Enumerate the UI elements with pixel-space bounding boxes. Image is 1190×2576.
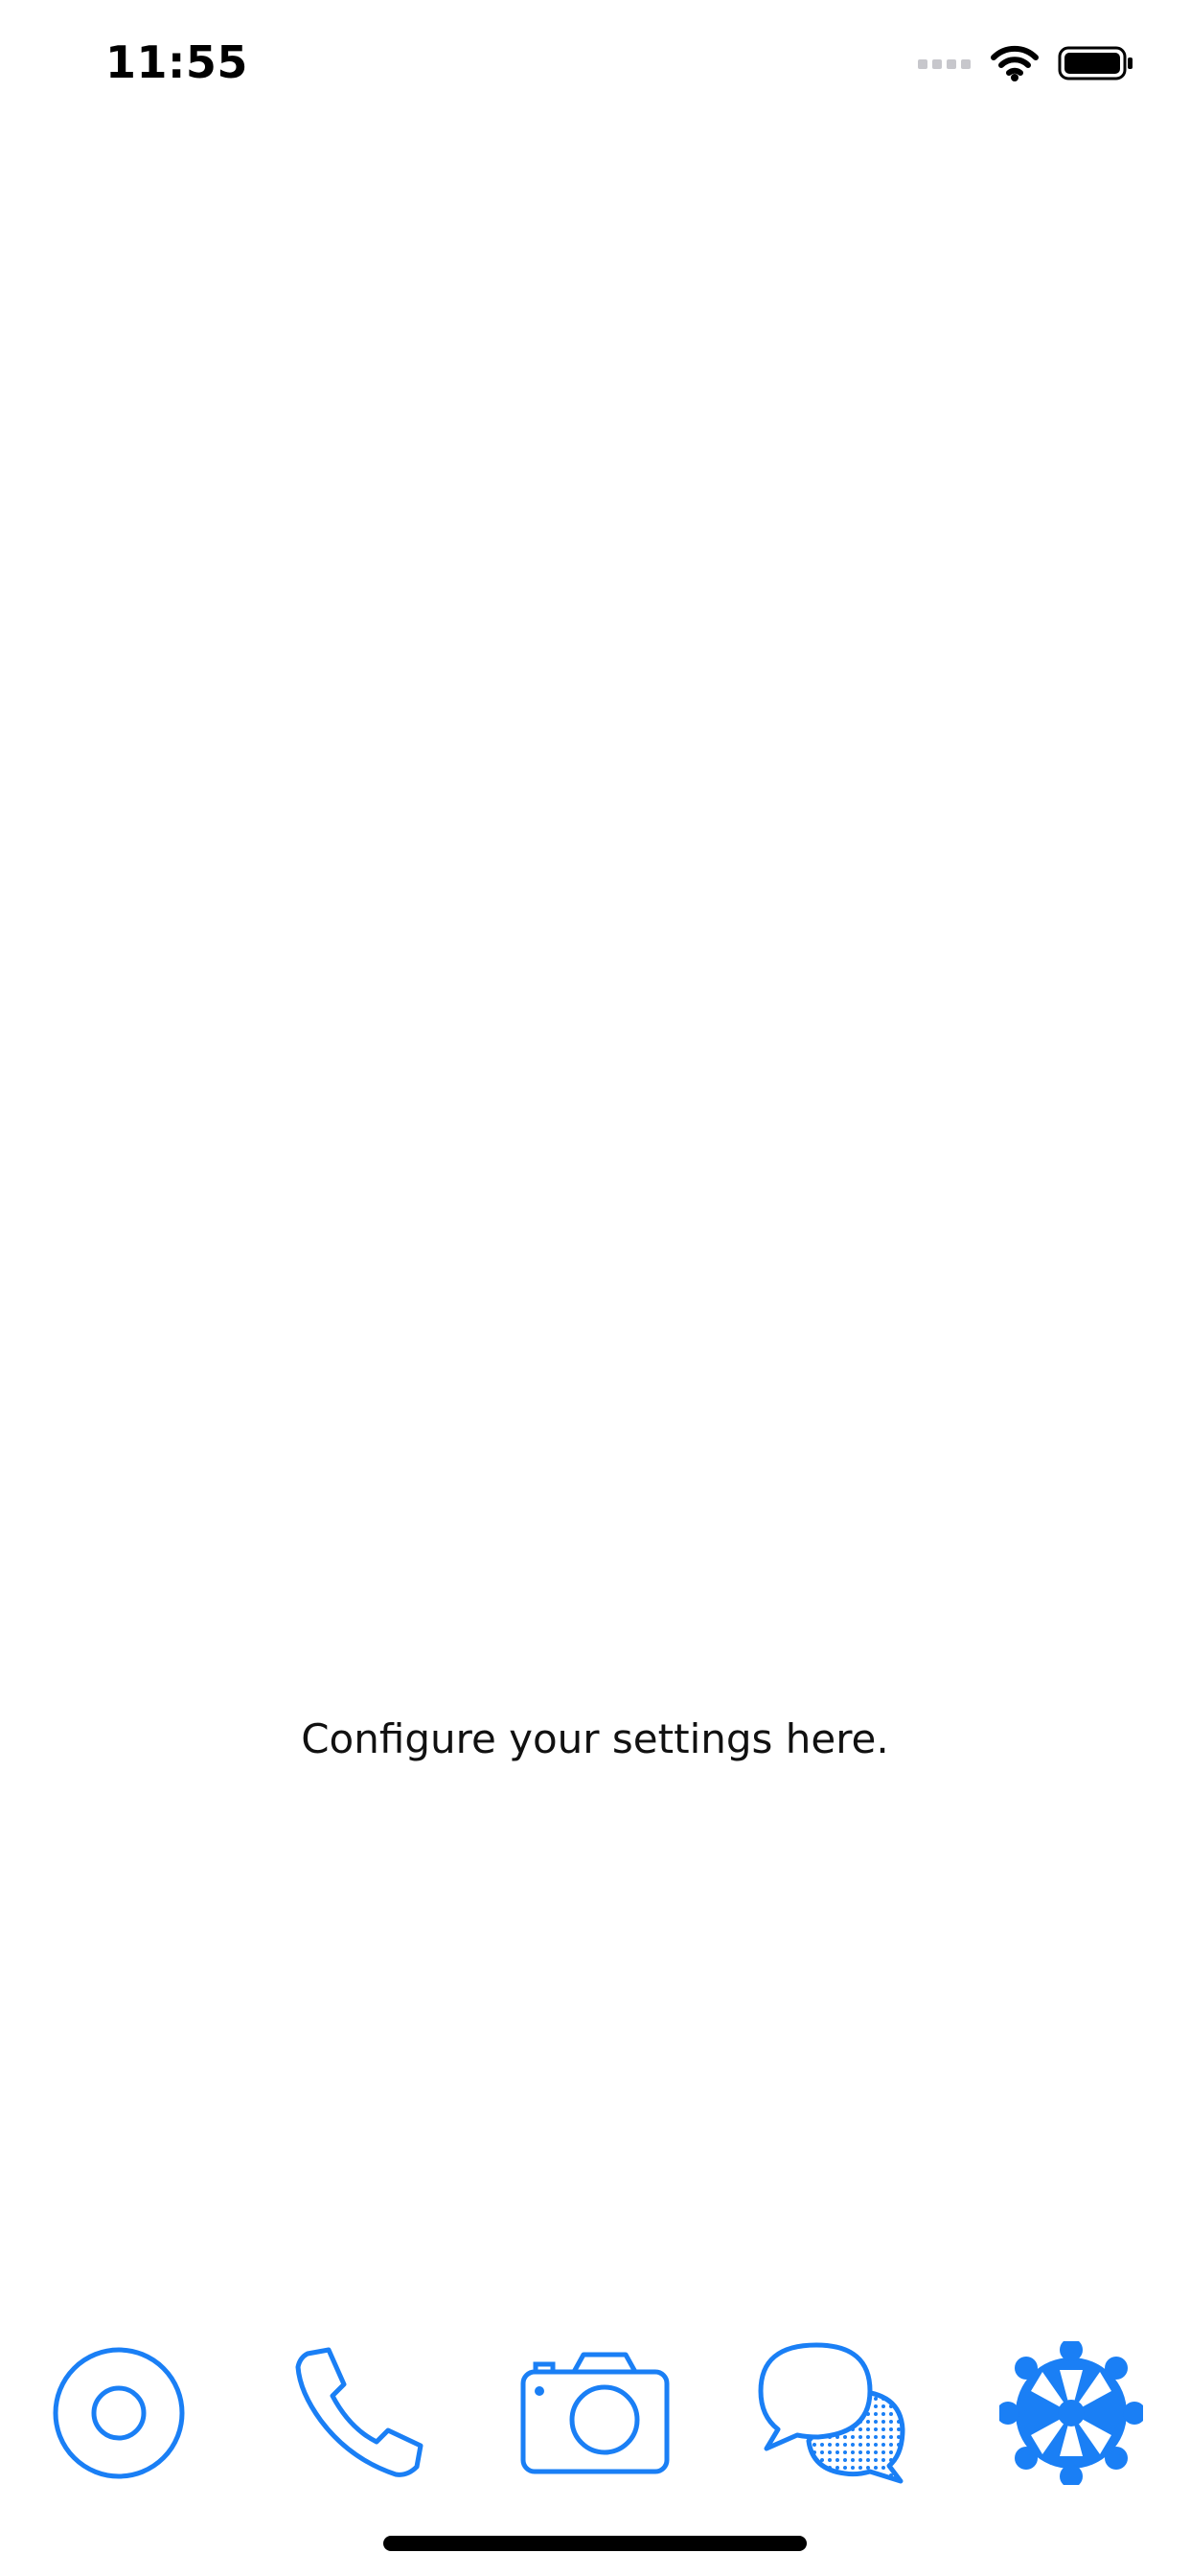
- tab-record[interactable]: [0, 2338, 238, 2492]
- status-indicators: [918, 42, 1134, 88]
- camera-icon: [520, 2351, 670, 2479]
- chat-bubbles-icon: [757, 2341, 910, 2489]
- status-time: 11:55: [105, 36, 248, 88]
- battery-icon: [1058, 44, 1134, 86]
- tab-chat[interactable]: [715, 2338, 952, 2492]
- tab-phone[interactable]: [239, 2338, 476, 2492]
- signal-bars-icon: [918, 56, 972, 75]
- status-bar: 11:55: [0, 0, 1190, 134]
- wifi-icon: [991, 44, 1039, 86]
- home-indicator[interactable]: [383, 2536, 807, 2551]
- settings-message: Configure your settings here.: [301, 1715, 889, 1762]
- tab-bar: [0, 2338, 1190, 2492]
- gear-icon: [996, 2338, 1146, 2489]
- phone-icon: [290, 2346, 424, 2484]
- tab-settings[interactable]: [952, 2338, 1190, 2492]
- record-icon: [52, 2346, 186, 2484]
- tab-camera[interactable]: [476, 2338, 714, 2492]
